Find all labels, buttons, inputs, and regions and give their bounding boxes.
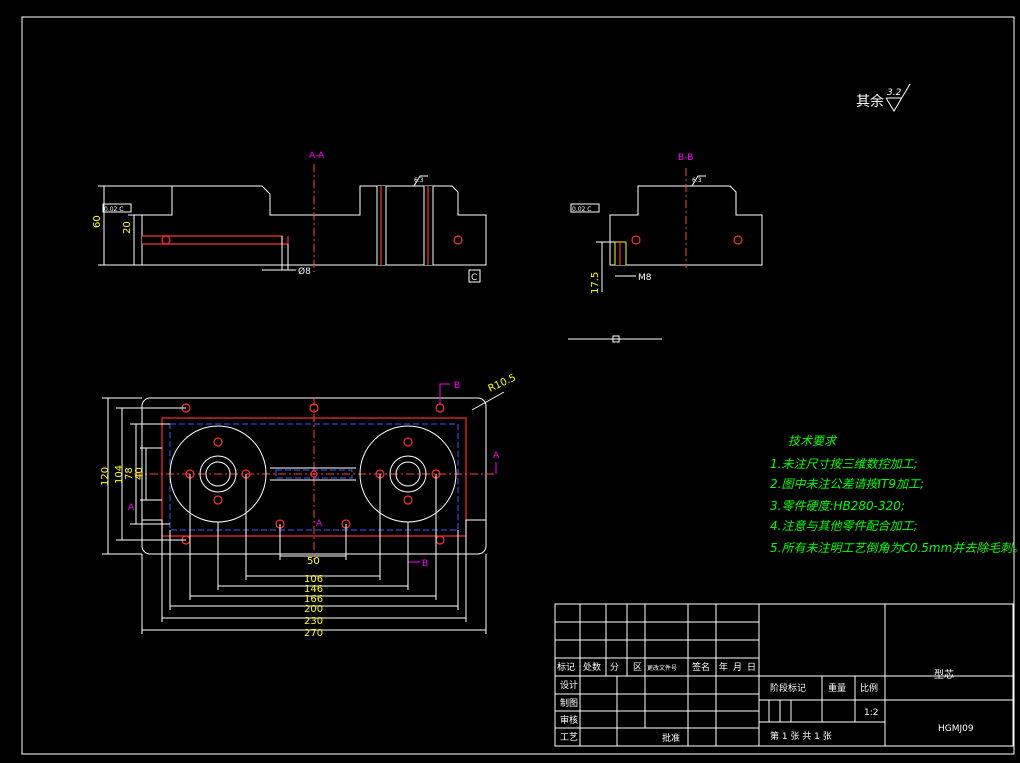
tb-header: 年 [719, 661, 728, 673]
dim-m8: M8 [638, 273, 652, 283]
tb-header: 日 [747, 662, 756, 673]
tb-row-design: 设计 [560, 679, 578, 691]
tb-header: 处数 [583, 661, 601, 673]
section-a-tolerance: 0.02 C [104, 206, 123, 213]
tb-header: 签名 [692, 661, 710, 673]
tb-stage-mark: 阶段标记 [770, 682, 806, 694]
general-roughness-value: 3.2 [887, 88, 902, 98]
title-block-text: 标记 处数 分 区 更改文件号 签名 年 月 日 设计 制图 审核 工艺 批准 … [557, 661, 974, 744]
section-b-roughness: 6.3 [692, 177, 702, 184]
tb-header: 区 [633, 662, 642, 673]
tb-part-name: 型芯 [934, 668, 954, 681]
section-b-tolerance: 0.02 C [572, 206, 591, 213]
dim-17-5: 17.5 [590, 272, 601, 294]
tb-scale-label: 比例 [860, 682, 878, 694]
tech-req-item: 3.零件硬度:HB280-320; [770, 499, 905, 513]
general-roughness-label: 其余 [856, 93, 884, 110]
dim-120: 120 [100, 467, 111, 486]
section-mark-b-bottom: B [422, 559, 428, 569]
tech-req-item: 1.未注尺寸按三维数控加工; [770, 457, 918, 471]
tech-req-item: 5.所有未注明工艺倒角为C0.5mm并去除毛刺。 [770, 541, 1020, 555]
dim-270: 270 [304, 628, 323, 639]
dim-230: 230 [304, 616, 323, 627]
tb-header: 月 [733, 662, 742, 673]
section-mark-a-bottom: A [316, 519, 323, 529]
radius-label: R10.5 [487, 372, 518, 394]
section-a-title: A-A [309, 151, 325, 161]
tech-req-item: 4.注意与其他零件配合加工; [770, 519, 918, 533]
section-mark-a-left: A [128, 503, 135, 513]
tb-weight: 重量 [828, 682, 846, 694]
plan-view: R10.5 B B A A A 120 104 78 40 50 106 146… [100, 372, 518, 639]
section-mark-b-top: B [454, 381, 460, 391]
tb-header: 更改文件号 [647, 664, 677, 672]
dim-200: 200 [304, 604, 323, 615]
tech-requirements: 技术要求 1.未注尺寸按三维数控加工; 2.图中未注公差请按IT9加工; 3.零… [770, 434, 1020, 555]
section-a-view: A-A 60 20 Ø8 0.02 C 6.3 C [92, 151, 487, 283]
tech-req-item: 2.图中未注公差请按IT9加工; [770, 477, 924, 491]
section-a-roughness: 6.3 [414, 177, 424, 184]
dim-50: 50 [307, 556, 320, 567]
tb-row-check: 审核 [560, 714, 578, 726]
tb-header: 标记 [557, 661, 575, 673]
tb-drawing-no: HGMJ09 [938, 724, 974, 734]
tb-sheet-info: 第 1 张 共 1 张 [770, 730, 832, 742]
section-mark-a-right: A [493, 451, 500, 461]
dim-60: 60 [92, 215, 103, 228]
dim-phi8: Ø8 [298, 266, 311, 277]
tb-row-draw: 制图 [560, 697, 578, 709]
general-roughness-note: 其余 3.2 [856, 83, 911, 112]
section-b-view: B-B 0.02 C 6.3 17.5 M8 [570, 153, 763, 294]
section-b-title: B-B [678, 153, 693, 163]
tb-row-process: 工艺 [560, 732, 578, 743]
sheet-border [21, 16, 1015, 755]
datum-c: C [471, 273, 477, 283]
tech-req-title: 技术要求 [788, 434, 838, 448]
cad-drawing-sheet: 其余 3.2 A-A 60 20 Ø8 0.02 C 6.3 C B-B 0.0… [0, 0, 1020, 759]
tb-header: 分 [610, 662, 619, 673]
dim-20: 20 [122, 221, 133, 234]
dim-40: 40 [134, 467, 145, 480]
tb-approve: 批准 [662, 732, 680, 744]
tb-scale: 1:2 [864, 708, 878, 718]
